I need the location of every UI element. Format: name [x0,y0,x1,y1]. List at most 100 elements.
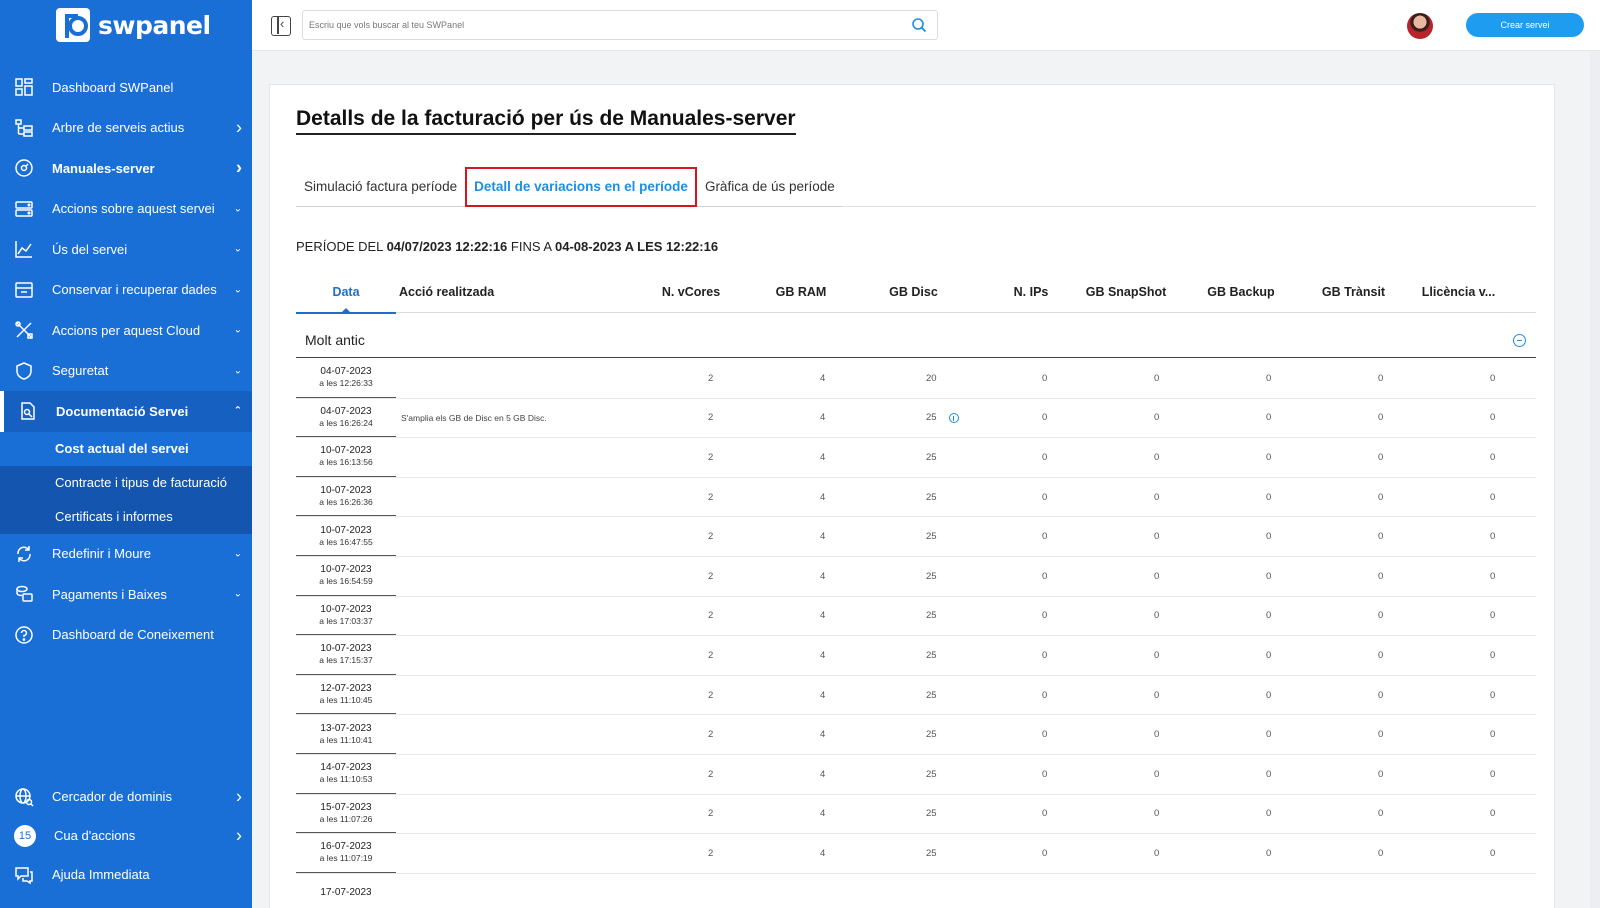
sidebar-item-documentacio-servei[interactable]: Documentació Servei ⌃ [0,391,252,432]
row-disc-value: 25 [926,570,937,582]
row-date: 10-07-2023 [320,564,372,576]
row-backup: 0 [1266,715,1271,754]
row-ram: 4 [820,438,825,477]
sidebar-item-seguretat[interactable]: Seguretat ⌄ [0,351,252,392]
row-vcores-value: 2 [708,610,714,622]
column-header-n-vcores[interactable]: N. vCores [626,270,756,313]
shield-icon [14,361,34,381]
row-ips-value: 0 [1042,610,1048,622]
chevron-down-icon: ⌄ [233,548,242,560]
column-header-n-ips[interactable]: N. IPs [996,270,1066,313]
row-transit: 0 [1378,636,1383,675]
row-ips: 0 [1042,795,1047,834]
info-icon[interactable] [948,412,959,423]
row-disc: 25 [926,715,937,754]
row-date-cell: 04-07-2023 a les 16:26:24 [296,399,396,438]
chevron-down-icon: ⌄ [233,284,242,296]
row-date: 10-07-2023 [320,485,372,497]
sidebar-item-cercador-de-dominis[interactable]: Cercador de dominis › [0,777,252,816]
tab-grafica-de-us-periode[interactable]: Gràfica de ús període [696,167,843,207]
sidebar-item-ajuda-immediata[interactable]: Ajuda Immediata [0,855,252,894]
row-snapshot-value: 0 [1154,847,1160,859]
row-licence: 0 [1490,755,1495,794]
search-icon[interactable] [911,17,927,33]
submenu-item-certificats-i-informes[interactable]: Certificats i informes [0,500,252,534]
user-avatar[interactable] [1407,13,1433,39]
dashboard-icon [14,77,34,97]
row-snapshot-value: 0 [1154,570,1160,582]
column-header-accio-realitzada[interactable]: Acció realitzada [399,270,599,313]
row-disc: 25 [926,438,937,477]
row-ips: 0 [1042,399,1047,438]
sidebar-collapse-icon[interactable] [271,16,291,36]
row-backup: 0 [1266,755,1271,794]
group-header: Molt antic [296,322,1536,358]
sidebar-item-cua-d-accions[interactable]: 15 Cua d'accions › [0,816,252,855]
sidebar-item-redefinir-i-moure[interactable]: Redefinir i Moure ⌄ [0,534,252,575]
row-time: a les 17:15:37 [319,655,373,666]
row-snapshot-value: 0 [1154,610,1160,622]
row-backup-value: 0 [1266,808,1272,820]
column-header-gb-disc[interactable]: GB Disc [851,270,976,313]
row-ram: 4 [820,557,825,596]
row-transit: 0 [1378,715,1383,754]
submenu-item-cost-actual-del-servei[interactable]: Cost actual del servei [0,431,252,466]
sidebar-item-manuales-server[interactable]: Manuales-server › [0,148,252,189]
row-backup-value: 0 [1266,689,1272,701]
row-backup: 0 [1266,517,1271,556]
table-row: 13-07-2023 a les 11:10:41 2 4 25 0 0 0 0 0 [296,715,1536,755]
sidebar-item-us-del-servei[interactable]: Ús del servei ⌄ [0,229,252,270]
chat-help-icon [14,865,34,885]
row-vcores: 2 [708,795,713,834]
payments-icon [14,584,34,604]
sidebar-item-pagaments-i-baixes[interactable]: Pagaments i Baixes ⌄ [0,574,252,615]
row-transit-value: 0 [1378,491,1384,503]
column-header-gb-transit[interactable]: GB Trànsit [1306,270,1401,313]
sidebar-item-dashboard-swpanel[interactable]: Dashboard SWPanel [0,67,252,108]
row-ram-value: 4 [820,768,826,780]
sidebar-item-label: Ús del servei [52,241,128,257]
row-transit-value: 0 [1378,847,1384,859]
chevron-down-icon: ⌄ [233,588,242,600]
sidebar-item-dashboard-de-coneixement[interactable]: Dashboard de Coneixement [0,615,252,656]
page-scrollbar[interactable] [1590,51,1600,908]
brand-logo[interactable]: swpanel [56,8,211,42]
row-disc-value: 25 [926,808,937,820]
sidebar-item-accions-per-aquest-cloud[interactable]: Accions per aquest Cloud ⌄ [0,310,252,351]
row-backup-value: 0 [1266,372,1272,384]
sidebar-item-arbre-de-serveis-actius[interactable]: Arbre de serveis actius › [0,108,252,149]
row-backup-value: 0 [1266,768,1272,780]
column-header-data[interactable]: Data [296,270,396,314]
row-backup: 0 [1266,438,1271,477]
row-vcores: 2 [708,517,713,556]
row-vcores-value: 2 [708,689,714,701]
submenu-item-contracte-i-tipus-de-facturacio[interactable]: Contracte i tipus de facturació [0,466,252,500]
column-header-gb-snapshot[interactable]: GB SnapShot [1076,270,1176,313]
row-ram-value: 4 [820,808,826,820]
sidebar-bottom-nav: Cercador de dominis › 15 Cua d'accions › Ajud… [0,777,252,894]
sidebar-item-accions-sobre-aquest-servei[interactable]: Accions sobre aquest servei ⌄ [0,189,252,230]
create-service-button[interactable]: Crear servei [1466,13,1584,37]
row-backup: 0 [1266,795,1271,834]
row-ram-value: 4 [820,412,826,424]
sidebar-item-conservar-i-recuperar-dades[interactable]: Conservar i recuperar dades ⌄ [0,270,252,311]
tab-simulacio-factura-periode[interactable]: Simulació factura període [296,167,466,207]
collapse-group-icon[interactable] [1513,334,1526,347]
column-header-gb-backup[interactable]: GB Backup [1191,270,1291,313]
row-snapshot: 0 [1154,834,1159,873]
row-ram-value: 4 [820,451,826,463]
search-input[interactable] [303,11,893,39]
group-label: Molt antic [305,332,365,348]
row-ips-value: 0 [1042,412,1048,424]
tab-detall-de-variacions-en-el-periode[interactable]: Detall de variacions en el període [465,167,697,207]
row-ram: 4 [820,715,825,754]
row-snapshot: 0 [1154,755,1159,794]
row-time: a les 11:10:53 [319,774,373,785]
column-header-gb-ram[interactable]: GB RAM [741,270,861,313]
row-vcores: 2 [708,478,713,517]
row-ram-value: 4 [820,372,826,384]
row-ips: 0 [1042,517,1047,556]
row-vcores: 2 [708,636,713,675]
column-header-llicencia-v[interactable]: Llicència v... [1411,270,1506,313]
row-ram-value: 4 [820,649,826,661]
